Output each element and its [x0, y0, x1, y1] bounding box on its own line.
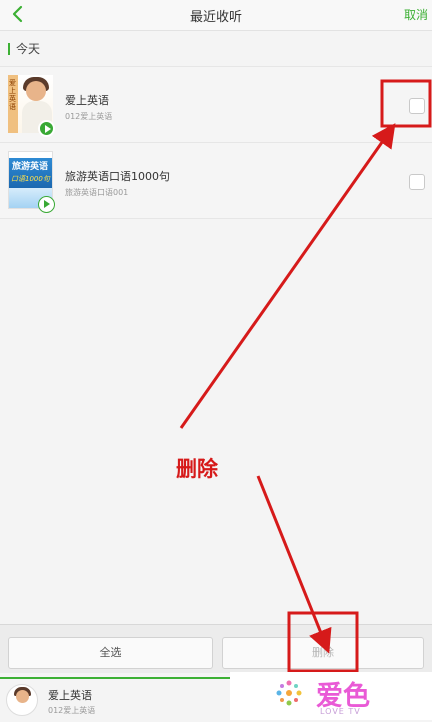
- cancel-button[interactable]: 取消: [404, 6, 428, 23]
- item-subtitle: 012爱上英语: [65, 112, 113, 121]
- item-subtitle: 旅游英语口语001: [65, 188, 129, 197]
- cover-subtitle: 口语1000句: [11, 175, 50, 183]
- list-item[interactable]: 爱上英语 爱上英语 012爱上英语: [0, 66, 432, 142]
- page-title: 最近收听: [189, 10, 242, 25]
- action-bar: 全选 删除: [0, 624, 432, 673]
- select-all-button[interactable]: 全选: [8, 637, 213, 669]
- section-header-today: 今天: [0, 31, 432, 66]
- item-title: 旅游英语口语1000句: [65, 170, 170, 183]
- history-list: 爱上英语 爱上英语 012爱上英语 旅游英语 口语1000句 旅游英语口语100…: [0, 66, 432, 219]
- flower-logo-icon: [276, 680, 302, 706]
- cover-title: 爱上英语: [9, 79, 16, 111]
- item-checkbox[interactable]: [409, 174, 425, 190]
- annotation-arrow-down: [256, 475, 332, 654]
- watermark-logo: 爱色 LOVE TV: [230, 672, 432, 720]
- top-bar: 最近收听 取消: [0, 0, 432, 31]
- player-title: 爱上英语: [48, 689, 92, 702]
- cover-title: 旅游英语: [12, 162, 49, 172]
- watermark-tagline: LOVE TV: [320, 707, 361, 716]
- list-item[interactable]: 旅游英语 口语1000句 旅游英语口语1000句 旅游英语口语001: [0, 142, 432, 219]
- item-checkbox[interactable]: [409, 98, 425, 114]
- player-thumbnail: [6, 684, 38, 716]
- play-icon[interactable]: [38, 196, 55, 213]
- delete-button[interactable]: 删除: [222, 637, 424, 669]
- section-label: 今天: [16, 42, 41, 56]
- player-subtitle: 012爱上英语: [48, 706, 96, 715]
- section-marker: [8, 43, 10, 55]
- item-title: 爱上英语: [65, 94, 109, 107]
- play-icon[interactable]: [38, 120, 55, 137]
- annotation-label: 删除: [176, 457, 218, 481]
